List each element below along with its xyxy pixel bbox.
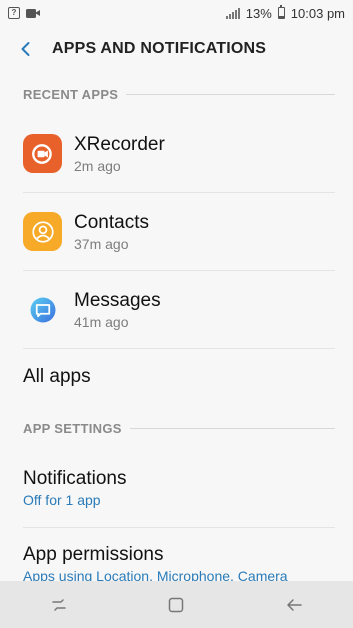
messages-icon xyxy=(23,290,62,329)
section-label: APP SETTINGS xyxy=(23,420,122,436)
battery-percent: 13% xyxy=(245,5,272,21)
all-apps-item[interactable]: All apps xyxy=(0,349,353,405)
app-last-used: 41m ago xyxy=(74,313,129,330)
back-nav-button[interactable] xyxy=(264,581,324,628)
page-title: APPS AND NOTIFICATIONS xyxy=(52,40,267,57)
back-arrow-icon xyxy=(21,42,30,56)
section-divider xyxy=(126,93,335,95)
app-permissions-summary: Apps using Location, Microphone, Camera xyxy=(23,568,288,581)
app-last-used: 37m ago xyxy=(74,235,129,252)
contacts-icon xyxy=(23,212,62,251)
app-name: Messages xyxy=(74,289,161,311)
section-label: RECENT APPS xyxy=(23,86,119,102)
app-bar: APPS AND NOTIFICATIONS xyxy=(0,26,353,72)
section-divider xyxy=(129,427,335,429)
signal-icon xyxy=(225,7,240,19)
section-header-recent-apps: RECENT APPS xyxy=(23,84,335,104)
app-last-used: 2m ago xyxy=(74,157,121,174)
notifications-summary: Off for 1 app xyxy=(23,492,101,508)
back-button[interactable] xyxy=(0,26,52,72)
section-header-app-settings: APP SETTINGS xyxy=(23,418,335,438)
recent-app-xrecorder[interactable]: XRecorder 2m ago xyxy=(0,115,353,192)
app-permissions-label: App permissions xyxy=(23,544,164,565)
notification-icon: ? xyxy=(8,7,20,19)
navigation-bar xyxy=(0,581,353,628)
battery-icon xyxy=(277,5,285,19)
notifications-label: Notifications xyxy=(23,468,127,489)
status-bar: ? 13% 10:03 pm xyxy=(0,0,353,26)
all-apps-label: All apps xyxy=(23,366,91,387)
notifications-item[interactable]: Notifications Off for 1 app xyxy=(0,449,353,527)
recents-button[interactable] xyxy=(29,581,89,628)
clock: 10:03 pm xyxy=(290,5,345,21)
recent-app-contacts[interactable]: Contacts 37m ago xyxy=(0,193,353,270)
xrecorder-icon xyxy=(23,134,62,173)
home-button[interactable] xyxy=(146,581,206,628)
app-name: Contacts xyxy=(74,211,149,233)
recents-icon xyxy=(52,598,66,611)
recent-app-messages[interactable]: Messages 41m ago xyxy=(0,271,353,348)
back-nav-icon xyxy=(287,598,302,611)
app-permissions-item[interactable]: App permissions Apps using Location, Mic… xyxy=(0,528,353,581)
home-icon xyxy=(169,597,184,612)
app-name: XRecorder xyxy=(74,133,165,155)
video-camera-icon xyxy=(26,8,40,19)
